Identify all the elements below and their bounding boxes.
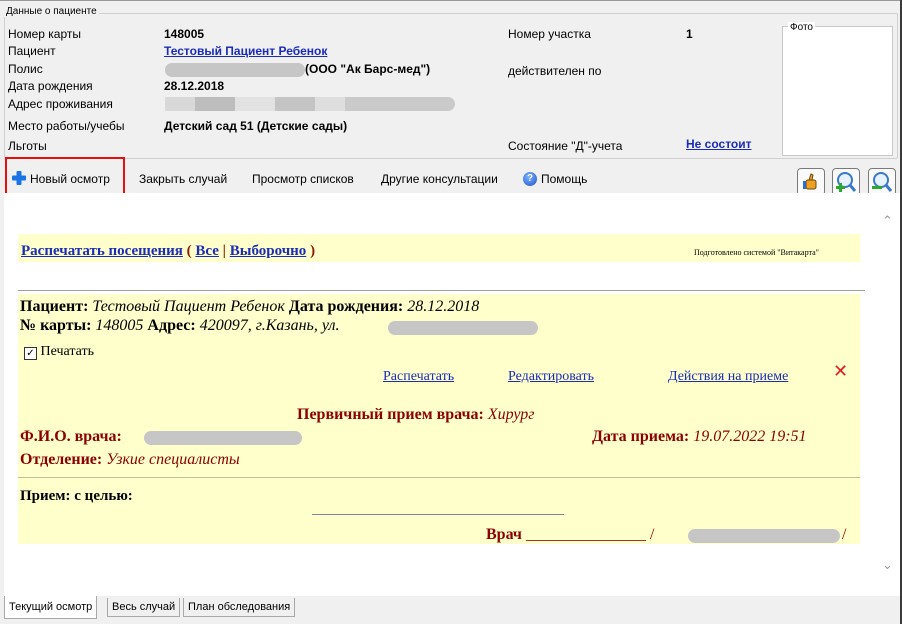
policy-label: Полис — [8, 62, 43, 76]
address-info-value: 420097, г.Казань, ул. — [199, 317, 340, 334]
actions-at-visit-link[interactable]: Действия на приеме — [668, 369, 788, 385]
address-redacted — [165, 97, 455, 111]
street-redacted — [388, 321, 538, 335]
purpose-label-text: Прием: с целью: — [20, 488, 133, 504]
print-visits-row: Распечатать посещения ( Все | Выборочно … — [21, 243, 315, 260]
print-checkbox-row[interactable]: ✓ Печатать — [24, 344, 94, 360]
patient-label: Пациент — [8, 44, 56, 58]
doctor-name-redacted — [144, 431, 302, 445]
address-info-label: Адрес: — [147, 317, 196, 334]
open-paren: ( — [186, 243, 192, 259]
purpose-label: Прием: с целью: — [20, 488, 133, 505]
patient-photo-box — [782, 26, 893, 156]
view-lists-button[interactable]: Просмотр списков — [252, 172, 354, 186]
window-top-border — [0, 0, 902, 1]
print-checkbox[interactable]: ✓ — [24, 347, 37, 360]
photo-legend: Фото — [788, 22, 815, 33]
close-paren: ) — [310, 243, 316, 259]
zoom-in-button[interactable] — [832, 168, 860, 196]
print-visits-link[interactable]: Распечатать посещения — [21, 243, 183, 259]
doctor-sign-label: Врач — [486, 526, 522, 543]
patient-dob: 28.12.2018 — [407, 298, 480, 315]
policy-valid-label: действителен по — [508, 64, 602, 78]
thumbs-up-button[interactable] — [797, 168, 825, 196]
district-value: 1 — [686, 27, 693, 41]
exam-specialty: Хирург — [487, 406, 535, 423]
patient-info-line: Пациент: Тестовый Пациент Ребенок Дата р… — [20, 298, 479, 316]
help-icon: ? — [523, 172, 537, 186]
work-label: Место работы/учебы — [8, 119, 125, 133]
doctor-label: Ф.И.О. врача: — [20, 428, 122, 445]
patient-name-link[interactable]: Тестовый Пациент Ребенок — [164, 44, 327, 58]
policy-number-redacted — [165, 63, 305, 77]
tab-exam-plan[interactable]: План обследования — [183, 598, 296, 617]
separator: | — [222, 243, 226, 259]
exam-title: Первичный прием врача: Хирург — [297, 406, 535, 424]
other-consultations-button[interactable]: Другие консультации — [381, 172, 498, 186]
patient-data-group — [4, 13, 898, 159]
dob-label: Дата рождения — [8, 79, 93, 93]
work-value: Детский сад 51 (Детские сады) — [164, 119, 348, 133]
exam-content-area: ⌃ ⌄ Распечатать посещения ( Все | Выборо… — [4, 193, 900, 596]
thumbs-up-icon — [803, 173, 817, 190]
card-info-value: 148005 — [95, 317, 144, 334]
zoom-out-button[interactable] — [868, 168, 896, 196]
department-value: Узкие специалисты — [106, 451, 240, 468]
card-number-label: Номер карты — [8, 27, 81, 41]
sign-line: _______________ — [525, 526, 646, 543]
visit-date-label: Дата приема: — [592, 428, 690, 445]
print-exam-link[interactable]: Распечатать — [383, 369, 454, 385]
delete-exam-icon[interactable]: ✕ — [833, 361, 848, 382]
exam-title-prefix: Первичный прием врача: — [297, 406, 484, 423]
address-label: Адрес проживания — [8, 97, 113, 111]
dob-value: 28.12.2018 — [164, 79, 225, 93]
scroll-down-icon[interactable]: ⌄ — [882, 557, 893, 573]
visit-date-value: 19.07.2022 19:51 — [693, 428, 807, 445]
card-number-value: 148005 — [164, 27, 205, 41]
card-address-line: № карты: 148005 Адрес: 420097, г.Казань,… — [20, 317, 339, 335]
doctor-sign-row: Врач _______________ / — [486, 526, 654, 544]
zoom-out-icon — [872, 172, 893, 192]
department-label: Отделение: — [20, 451, 103, 468]
benefits-label: Льготы — [8, 139, 47, 153]
department-line: Отделение: Узкие специалисты — [20, 451, 240, 469]
patient-group-legend: Данные о пациенте — [4, 6, 99, 17]
vertical-scrollbar[interactable]: ⌃ ⌄ — [876, 193, 900, 596]
prepared-by-note: Подготовлено системой "Витакарта" — [694, 248, 819, 257]
purpose-underline — [312, 514, 564, 515]
dispensary-status-link[interactable]: Не состоит — [686, 137, 752, 151]
exam-divider — [18, 477, 860, 478]
edit-exam-link[interactable]: Редактировать — [508, 369, 594, 385]
print-all-link[interactable]: Все — [195, 243, 219, 259]
slash-open: / — [649, 526, 655, 543]
patient-dob-label: Дата рождения: — [288, 298, 404, 315]
signature-name-redacted — [688, 529, 840, 543]
doctor-line: Ф.И.О. врача: — [20, 428, 122, 446]
card-info-label: № карты: — [20, 317, 92, 334]
visit-date-line: Дата приема: 19.07.2022 19:51 — [592, 428, 807, 446]
help-button[interactable]: Помощь — [541, 172, 587, 186]
policy-insurer: (ООО "Ак Барс-мед") — [305, 62, 431, 76]
dispensary-label: Состояние "Д"-учета — [508, 139, 623, 153]
patient-info-label: Пациент: — [20, 298, 89, 315]
print-selective-link[interactable]: Выборочно — [230, 243, 307, 259]
section-divider — [18, 290, 865, 291]
close-case-button[interactable]: Закрыть случай — [139, 172, 227, 186]
district-label: Номер участка — [508, 27, 591, 41]
slash-close: / — [842, 526, 847, 543]
tab-whole-case[interactable]: Весь случай — [107, 598, 181, 617]
print-checkbox-label: Печатать — [40, 344, 95, 359]
zoom-in-icon — [836, 172, 857, 192]
tab-current-exam[interactable]: Текущий осмотр — [4, 596, 98, 619]
scroll-up-icon[interactable]: ⌃ — [882, 213, 893, 229]
bottom-tabs: Текущий осмотр Весь случай План обследов… — [4, 596, 900, 624]
patient-info-name: Тестовый Пациент Ребенок — [92, 298, 285, 315]
